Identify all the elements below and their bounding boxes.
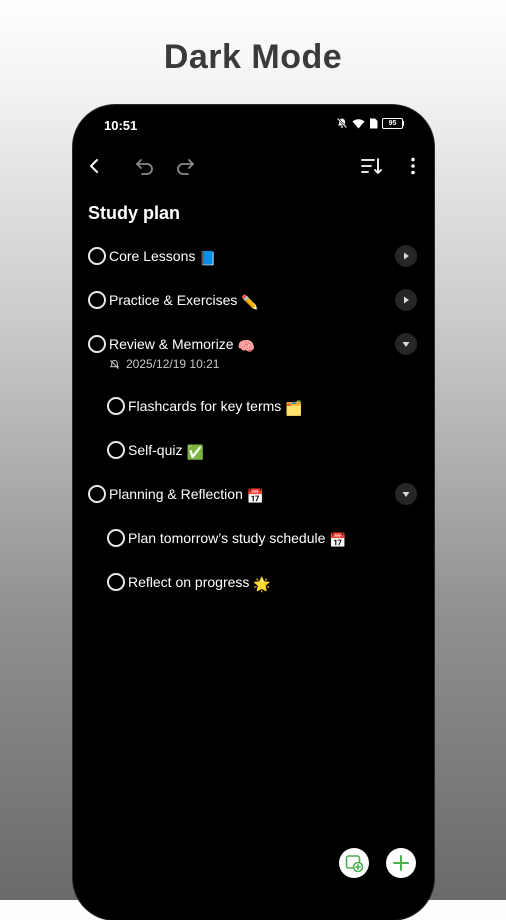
- task-label: Reflect on progress: [128, 574, 250, 590]
- pencil-emoji-icon: ✏️: [241, 294, 259, 310]
- task-label: Self-quiz: [128, 442, 183, 458]
- add-list-icon: [345, 855, 364, 873]
- wifi-icon: [352, 118, 365, 129]
- task-label: Review & Memorize: [109, 336, 234, 352]
- list-title: Study plan: [88, 203, 181, 223]
- task-checkbox[interactable]: [88, 335, 106, 353]
- undo-icon: [136, 159, 153, 175]
- task-item[interactable]: Practice & Exercises ✏️: [73, 289, 434, 311]
- play-right-icon: [404, 252, 409, 260]
- task-label: Flashcards for key terms: [128, 398, 282, 414]
- task-checkbox[interactable]: [88, 291, 106, 309]
- task-item[interactable]: Planning & Reflection 📅: [73, 483, 434, 505]
- card-index-emoji-icon: 🗂️: [285, 400, 303, 416]
- expand-button[interactable]: [395, 245, 417, 267]
- status-icons: 95: [336, 117, 404, 129]
- subtask-item[interactable]: Reflect on progress 🌟: [73, 571, 434, 593]
- subtask-item[interactable]: Flashcards for key terms 🗂️: [73, 395, 434, 417]
- brain-emoji-icon: 🧠: [237, 338, 255, 354]
- calendar-emoji-icon: 📅: [329, 532, 347, 548]
- redo-icon: [177, 159, 194, 175]
- task-checkbox[interactable]: [107, 573, 125, 591]
- reminder-datetime: 2025/12/19 10:21: [126, 357, 220, 371]
- sim-icon: [369, 118, 378, 129]
- back-button[interactable]: [78, 150, 110, 182]
- play-right-icon: [404, 296, 409, 304]
- battery-icon: 95: [382, 117, 404, 129]
- calendar-emoji-icon: 📅: [246, 488, 265, 504]
- mute-bell-icon: [336, 117, 348, 129]
- book-emoji-icon: 📘: [199, 250, 217, 266]
- task-checkbox[interactable]: [107, 397, 125, 415]
- subtask-item[interactable]: Plan tomorrow’s study schedule 📅: [73, 527, 434, 549]
- reminder-row: 2025/12/19 10:21: [109, 357, 219, 371]
- add-task-icon: [393, 855, 409, 871]
- add-list-button[interactable]: [339, 848, 369, 878]
- collapse-button[interactable]: [395, 483, 417, 505]
- more-vertical-icon: [411, 157, 415, 175]
- check-mark-emoji-icon: ✅: [186, 444, 204, 460]
- expand-button[interactable]: [395, 289, 417, 311]
- reminder-bell-icon: [109, 359, 120, 369]
- add-task-button[interactable]: [386, 848, 416, 878]
- task-label: Planning & Reflection: [109, 486, 243, 502]
- triangle-down-icon: [402, 342, 410, 347]
- undo-button[interactable]: [128, 150, 160, 182]
- sort-button[interactable]: [355, 150, 387, 182]
- star-emoji-icon: 🌟: [253, 576, 271, 592]
- task-item[interactable]: Review & Memorize 🧠 2025/12/19 10:21: [73, 333, 434, 377]
- task-checkbox[interactable]: [107, 529, 125, 547]
- phone-screen: 10:51 95 Study plan Core Lessons 📘 Pract…: [73, 105, 434, 920]
- sort-icon: [361, 158, 382, 174]
- task-label: Plan tomorrow’s study schedule: [128, 530, 326, 546]
- collapse-button[interactable]: [395, 333, 417, 355]
- redo-button[interactable]: [170, 150, 202, 182]
- task-label: Core Lessons: [109, 248, 196, 264]
- status-time: 10:51: [104, 118, 138, 133]
- task-checkbox[interactable]: [88, 247, 106, 265]
- task-checkbox[interactable]: [88, 485, 106, 503]
- task-label: Practice & Exercises: [109, 292, 238, 308]
- task-checkbox[interactable]: [107, 441, 125, 459]
- triangle-down-icon: [402, 492, 410, 497]
- status-bar: 10:51 95: [73, 105, 434, 145]
- more-options-button[interactable]: [397, 150, 429, 182]
- battery-level: 95: [388, 119, 397, 127]
- task-item[interactable]: Core Lessons 📘: [73, 245, 434, 267]
- subtask-item[interactable]: Self-quiz ✅: [73, 439, 434, 461]
- back-arrow-icon: [90, 159, 98, 173]
- page-headline: Dark Mode: [163, 38, 343, 76]
